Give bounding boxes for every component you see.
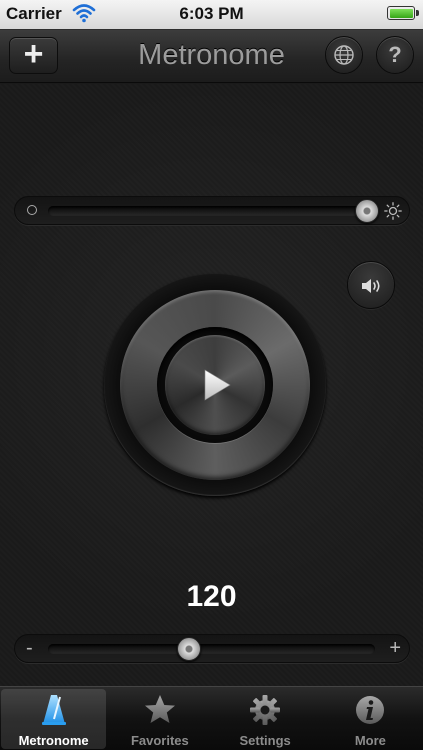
dial-center (157, 327, 273, 443)
nav-bar: + Metronome ? (0, 29, 423, 83)
tempo-thumb[interactable] (177, 637, 202, 661)
battery-icon (387, 6, 419, 20)
tab-metronome[interactable]: Metronome (1, 689, 107, 749)
gear-icon (250, 695, 281, 725)
sound-button[interactable] (347, 261, 395, 309)
status-bar: Carrier 6:03 PM (0, 0, 423, 29)
tempo-track[interactable] (48, 644, 375, 654)
help-button[interactable]: ? (376, 36, 414, 74)
tab-label: Favorites (130, 733, 189, 748)
language-button[interactable] (325, 36, 363, 74)
star-icon (144, 695, 175, 723)
tempo-slider[interactable]: - + (14, 634, 410, 663)
brightness-thumb[interactable] (355, 199, 380, 223)
play-button[interactable] (165, 335, 265, 435)
bpm-value: 120 (186, 580, 237, 613)
tab-label: Metronome (18, 733, 89, 748)
clock: 6:03 PM (179, 4, 244, 23)
metronome-panel: 120 - + (0, 84, 423, 686)
metronome-icon (41, 695, 66, 725)
brightness-track[interactable] (48, 206, 375, 216)
speaker-icon (362, 279, 380, 293)
plus-icon[interactable]: + (389, 637, 401, 660)
tab-label: More (354, 733, 386, 748)
dim-circle-icon (27, 205, 37, 215)
play-icon (204, 369, 231, 401)
sun-icon (384, 202, 402, 220)
info-icon (356, 696, 385, 724)
brightness-slider[interactable] (14, 196, 410, 225)
tab-more[interactable]: More (318, 687, 423, 750)
tempo-dial[interactable] (104, 274, 326, 496)
question-icon: ? (388, 42, 402, 67)
tab-favorites[interactable]: Favorites (107, 687, 212, 750)
tab-bar: Metronome Favorites Settings More (0, 686, 423, 750)
tab-settings[interactable]: Settings (213, 687, 318, 750)
globe-icon (334, 45, 354, 65)
dial-ring[interactable] (120, 290, 310, 480)
minus-icon[interactable]: - (26, 637, 33, 660)
tab-label: Settings (239, 733, 291, 748)
